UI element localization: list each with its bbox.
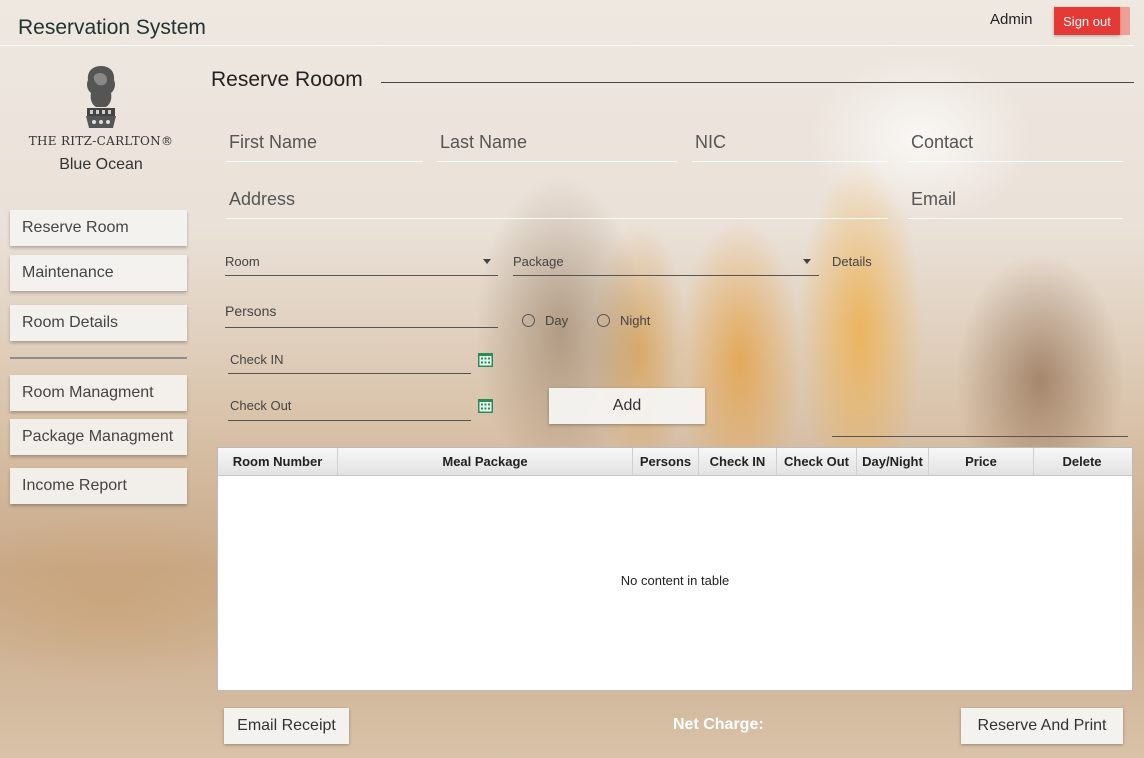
calendar-icon[interactable]	[477, 397, 494, 414]
net-charge-label: Net Charge:	[673, 716, 764, 733]
lion-crest-icon	[86, 66, 116, 128]
first-name-placeholder: First Name	[229, 132, 318, 152]
sidebar-item-room-details[interactable]: Room Details	[10, 305, 187, 341]
persons-placeholder: Persons	[225, 303, 277, 319]
sidebar-item-room-managment[interactable]: Room Managment	[10, 375, 187, 411]
check-out-date-field[interactable]: Check Out	[228, 398, 471, 421]
address-placeholder: Address	[229, 189, 296, 209]
address-field[interactable]: Address	[226, 189, 888, 219]
reservation-table[interactable]: Room Number Meal Package Persons Check I…	[217, 447, 1133, 691]
nic-field[interactable]: NIC	[692, 132, 888, 162]
add-button[interactable]: Add	[549, 388, 705, 424]
column-header-room-number[interactable]: Room Number	[218, 448, 338, 475]
night-radio[interactable]: Night	[597, 313, 650, 328]
column-header-check-out[interactable]: Check Out	[777, 448, 857, 475]
table-header: Room Number Meal Package Persons Check I…	[218, 448, 1132, 476]
calendar-icon[interactable]	[477, 351, 494, 368]
column-header-day-night[interactable]: Day/Night	[857, 448, 929, 475]
column-header-persons[interactable]: Persons	[633, 448, 699, 475]
radio-circle-icon	[522, 314, 535, 327]
column-header-price[interactable]: Price	[929, 448, 1034, 475]
section-title-line	[381, 82, 1134, 83]
top-bar: Reservation System Admin Sign out	[0, 0, 1144, 46]
contact-field[interactable]: Contact	[908, 132, 1123, 162]
room-select[interactable]: Room	[225, 254, 498, 276]
day-radio-label: Day	[545, 313, 569, 328]
room-select-label: Room	[225, 254, 260, 269]
persons-field[interactable]: Persons	[225, 303, 498, 328]
email-field[interactable]: Email	[908, 189, 1123, 219]
section-title: Reserve Rooom	[211, 68, 363, 91]
column-header-meal-package[interactable]: Meal Package	[338, 448, 633, 475]
header-divider	[0, 45, 1134, 46]
sidebar-divider	[10, 357, 187, 359]
sign-out-shadow	[1120, 7, 1130, 35]
chevron-down-icon	[803, 259, 811, 264]
nic-placeholder: NIC	[695, 132, 726, 152]
package-select-label: Package	[513, 254, 564, 269]
night-radio-label: Night	[620, 313, 651, 328]
brand-name: THE RITZ-CARLTON®	[28, 134, 174, 148]
column-header-delete[interactable]: Delete	[1034, 448, 1130, 475]
table-empty-message: No content in table	[620, 573, 730, 588]
reserve-and-print-button[interactable]: Reserve And Print	[961, 708, 1123, 744]
details-label: Details	[832, 254, 872, 269]
contact-placeholder: Contact	[911, 132, 974, 152]
day-radio[interactable]: Day	[522, 313, 568, 328]
sidebar-item-income-report[interactable]: Income Report	[10, 468, 187, 504]
sidebar-item-maintenance[interactable]: Maintenance	[10, 255, 187, 291]
email-placeholder: Email	[911, 189, 957, 209]
first-name-field[interactable]: First Name	[226, 132, 423, 162]
sidebar-item-package-managment[interactable]: Package Managment	[10, 419, 187, 455]
app-title: Reservation System	[18, 16, 206, 39]
check-out-placeholder: Check Out	[230, 398, 292, 413]
sign-out-button[interactable]: Sign out	[1054, 7, 1120, 35]
chevron-down-icon	[483, 259, 491, 264]
email-receipt-button[interactable]: Email Receipt	[224, 708, 349, 744]
check-in-date-field[interactable]: Check IN	[228, 352, 471, 374]
last-name-placeholder: Last Name	[440, 132, 528, 152]
last-name-field[interactable]: Last Name	[437, 132, 677, 162]
radio-circle-icon	[597, 314, 610, 327]
details-underline	[832, 436, 1128, 437]
admin-label: Admin	[990, 11, 1033, 28]
brand-subtitle: Blue Ocean	[59, 156, 143, 173]
check-in-placeholder: Check IN	[230, 352, 284, 367]
package-select[interactable]: Package	[513, 254, 819, 276]
column-header-check-in[interactable]: Check IN	[699, 448, 777, 475]
brand-logo: THE RITZ-CARLTON® Blue Ocean	[22, 62, 180, 194]
sidebar-item-reserve-room[interactable]: Reserve Room	[10, 210, 187, 246]
